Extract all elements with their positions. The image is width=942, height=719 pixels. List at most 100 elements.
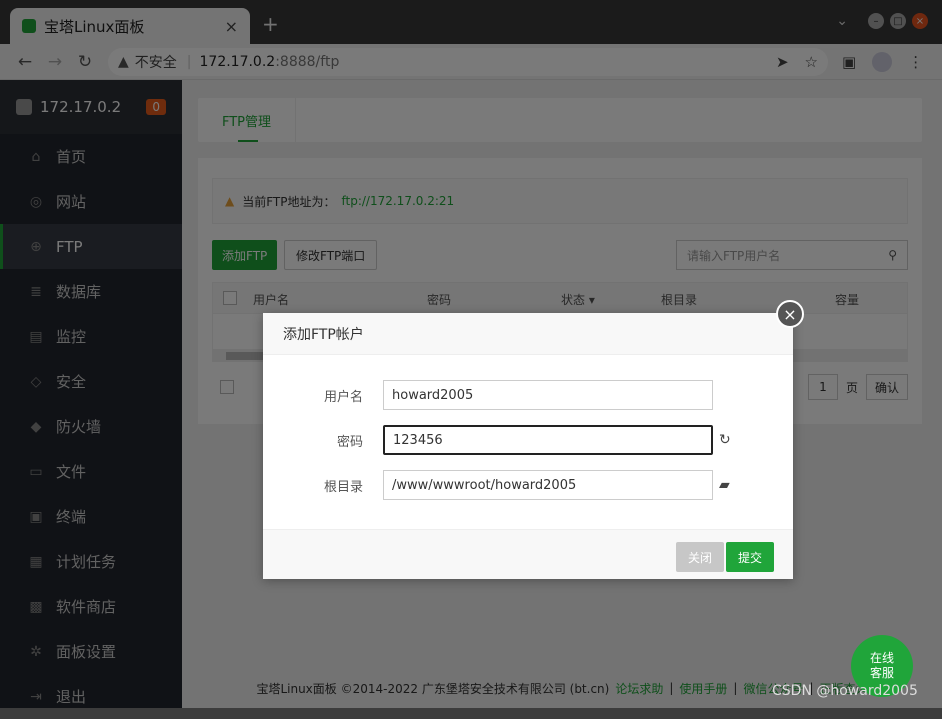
sidebar-item-label: 监控 [56, 328, 87, 346]
calendar-icon: ▦ [29, 553, 43, 570]
gear-icon: ✲ [30, 643, 42, 660]
root-dir-input[interactable] [383, 470, 713, 500]
browser-tab-bar: 宝塔Linux面板 × + ⌄ – □ × [0, 0, 942, 44]
password-input[interactable] [383, 425, 713, 455]
sidebar-item-label: 数据库 [56, 283, 102, 301]
page-tabs: FTP管理 [198, 98, 922, 142]
sidebar-item-home[interactable]: ⌂ 首页 [0, 134, 182, 179]
folder-open-icon[interactable]: ▰ [719, 477, 730, 493]
footer-select-checkbox[interactable] [220, 380, 234, 394]
add-ftp-button[interactable]: 添加FTP [212, 240, 278, 270]
tab-title: 宝塔Linux面板 [44, 17, 145, 36]
close-window-icon[interactable]: × [912, 13, 928, 29]
tab-close-icon[interactable]: × [225, 17, 238, 36]
warning-icon[interactable]: ▲ [118, 54, 129, 70]
sidebar-item-label: 防火墙 [56, 418, 102, 436]
address-bar[interactable]: ▲ 不安全 | 172.17.0.2 :8888/ftp ➤ ☆ [108, 47, 828, 76]
column-root-dir: 根目录 [661, 293, 698, 307]
minimize-icon[interactable]: – [868, 13, 884, 29]
modal-footer: 关闭 提交 [263, 529, 793, 579]
sidebar-item-cron[interactable]: ▦ 计划任务 [0, 539, 182, 584]
page-confirm-button[interactable]: 确认 [865, 374, 908, 400]
sidebar-item-label: 网站 [56, 193, 87, 211]
password-label: 密码 [336, 434, 363, 450]
ftp-address-link[interactable]: ftp://172.17.0.2:21 [342, 194, 455, 208]
refresh-password-icon[interactable]: ↻ [719, 432, 731, 448]
sidebar-item-store[interactable]: ▩ 软件商店 [0, 584, 182, 629]
search-placeholder: 请输入FTP用户名 [687, 248, 781, 263]
browser-tab[interactable]: 宝塔Linux面板 × [10, 8, 250, 44]
globe-icon: ◎ [29, 193, 43, 210]
server-icon [16, 99, 32, 115]
sidebar-item-monitor[interactable]: ▤ 监控 [0, 314, 182, 359]
username-input[interactable] [383, 380, 713, 410]
menu-kebab-icon[interactable]: ⋮ [908, 53, 923, 71]
url-host[interactable]: 172.17.0.2 [200, 54, 276, 70]
footer-separator: | [669, 681, 674, 695]
forward-icon[interactable]: → [40, 52, 70, 72]
username-row: 用户名 [263, 380, 793, 410]
notice-text: 当前FTP地址为： [242, 194, 336, 209]
tab-label: FTP管理 [221, 114, 272, 130]
url-path[interactable]: :8888/ftp [275, 54, 339, 70]
sidebar-item-terminal[interactable]: ▣ 终端 [0, 494, 182, 539]
column-status[interactable]: 状态 ▾ [561, 291, 595, 308]
tab-ftp-management[interactable]: FTP管理 [198, 98, 296, 142]
ftp-address-notice: ▲ 当前FTP地址为： ftp://172.17.0.2:21 [212, 178, 908, 224]
sidebar: 172.17.0.2 0 ⌂ 首页 ◎ 网站 ⊕ FTP ≣ 数据库 ▤ 监控 ◇ 安全 ◆… [0, 80, 182, 708]
page-suffix: 页 [845, 380, 858, 395]
send-icon[interactable]: ➤ [776, 53, 789, 71]
profile-avatar-icon[interactable] [872, 51, 893, 72]
sidebar-item-database[interactable]: ≣ 数据库 [0, 269, 182, 314]
modal-close-button[interactable]: 关闭 [676, 542, 725, 572]
modal-submit-button[interactable]: 提交 [726, 542, 775, 572]
ftp-search-input[interactable]: 请输入FTP用户名 ⚲ [676, 240, 908, 270]
side-panel-icon[interactable]: ▣ [842, 53, 856, 71]
site-favicon-icon [22, 19, 36, 33]
page-number-input[interactable]: 1 [807, 374, 838, 400]
apps-grid-icon: ▩ [29, 598, 43, 615]
sidebar-item-label: 软件商店 [56, 598, 117, 616]
sidebar-item-label: 首页 [56, 148, 87, 166]
sidebar-item-label: 面板设置 [56, 643, 117, 661]
pagination: 1 页 确认 [807, 374, 908, 400]
insecure-label[interactable]: 不安全 [135, 52, 177, 72]
select-all-checkbox[interactable] [223, 291, 237, 305]
sidebar-item-logout[interactable]: ⇥ 退出 [0, 674, 182, 719]
change-ftp-port-button[interactable]: 修改FTP端口 [284, 240, 378, 270]
sidebar-item-firewall[interactable]: ◆ 防火墙 [0, 404, 182, 449]
terminal-icon: ▣ [29, 508, 43, 525]
sidebar-item-security[interactable]: ◇ 安全 [0, 359, 182, 404]
manual-link[interactable]: 使用手册 [679, 680, 727, 697]
bookmark-star-icon[interactable]: ☆ [805, 53, 818, 71]
support-line2: 客服 [869, 666, 894, 680]
shield-icon: ◇ [30, 373, 42, 390]
close-icon[interactable]: × [776, 300, 804, 328]
table-header: 用户名 密码 状态 ▾ 根目录 容量 [212, 282, 908, 314]
root-dir-label: 根目录 [323, 479, 363, 495]
sidebar-item-ftp[interactable]: ⊕ FTP [0, 224, 182, 269]
monitor-icon: ▤ [29, 328, 43, 345]
column-quota: 容量 [835, 293, 860, 307]
firewall-icon: ◆ [30, 418, 42, 435]
column-status-label: 状态 [561, 293, 586, 307]
back-icon[interactable]: ← [10, 52, 40, 72]
server-ip: 172.17.0.2 [40, 98, 122, 116]
modal-title: 添加FTP帐户 [263, 313, 793, 355]
maximize-icon[interactable]: □ [890, 13, 906, 29]
search-icon[interactable]: ⚲ [888, 248, 897, 262]
new-tab-icon[interactable]: + [262, 12, 279, 36]
reload-icon[interactable]: ↻ [70, 52, 100, 72]
sidebar-item-label: 退出 [56, 688, 87, 706]
notification-badge[interactable]: 0 [146, 99, 166, 115]
sidebar-item-files[interactable]: ▭ 文件 [0, 449, 182, 494]
sidebar-item-website[interactable]: ◎ 网站 [0, 179, 182, 224]
support-line1: 在线 [869, 651, 894, 665]
sidebar-item-settings[interactable]: ✲ 面板设置 [0, 629, 182, 674]
sort-down-icon: ▾ [588, 293, 595, 307]
ftp-icon: ⊕ [30, 238, 42, 255]
forum-link[interactable]: 论坛求助 [615, 680, 663, 697]
sidebar-item-label: 计划任务 [56, 553, 117, 571]
chevron-down-icon[interactable]: ⌄ [836, 13, 848, 29]
home-icon: ⌂ [31, 148, 41, 165]
